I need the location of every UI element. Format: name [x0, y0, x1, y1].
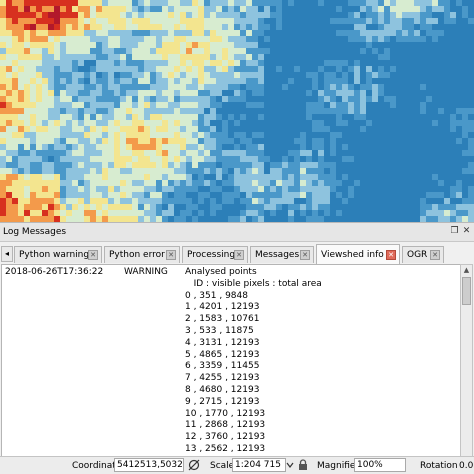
lock-icon[interactable]: [297, 459, 309, 471]
tab-ogr[interactable]: OGR ✕: [402, 246, 444, 263]
log-messages-panel: Log Messages ❐ ✕ ◂ Python warning ✕ Pyth…: [0, 222, 474, 459]
log-line: 10 , 1770 , 12193: [185, 408, 266, 419]
log-line: 0 , 351 , 9848: [185, 290, 248, 301]
close-tab-icon[interactable]: ✕: [88, 250, 98, 260]
tab-viewshed-info[interactable]: Viewshed info ✕: [316, 244, 400, 264]
log-line: 9 , 2715 , 12193: [185, 396, 260, 407]
map-canvas[interactable]: [0, 0, 474, 222]
tab-python-error[interactable]: Python error ✕: [104, 246, 180, 263]
log-line: 12 , 3760 , 12193: [185, 432, 266, 443]
tab-label: Viewshed info: [321, 250, 384, 260]
log-line: 6 , 3359 , 11455: [185, 361, 260, 372]
log-line: 1 , 4201 , 12193: [185, 302, 260, 313]
log-line: Analysed points: [185, 267, 257, 277]
close-tab-icon[interactable]: ✕: [386, 250, 396, 260]
close-tab-icon[interactable]: ✕: [300, 250, 310, 260]
tab-messages[interactable]: Messages ✕: [250, 246, 314, 263]
log-line: 13 , 2562 , 12193: [185, 443, 266, 454]
log-text-area[interactable]: 2018-06-26T17:36:22 WARNING Analysed poi…: [1, 264, 461, 459]
log-level: WARNING: [124, 267, 168, 277]
chevron-left-icon[interactable]: ◂: [1, 246, 13, 262]
status-bar: Coordinate 5412513,5032959 Scale 1:204 7…: [0, 456, 474, 474]
tab-label: Python warning: [19, 250, 90, 260]
log-line: 7 , 4255 , 12193: [185, 373, 260, 384]
tab-label: Processing: [187, 250, 236, 260]
log-line: 8 , 4680 , 12193: [185, 384, 260, 395]
tab-processing[interactable]: Processing ✕: [182, 246, 248, 263]
rotation-label: Rotation: [420, 461, 458, 471]
tab-label: Python error: [109, 250, 165, 260]
tab-label: Messages: [255, 250, 300, 260]
close-tab-icon[interactable]: ✕: [430, 250, 440, 260]
log-line: 2 , 1583 , 10761: [185, 314, 260, 325]
scrollbar-thumb[interactable]: [462, 277, 471, 305]
scale-combo[interactable]: 1:204 715: [232, 458, 286, 472]
float-icon[interactable]: ❐: [449, 226, 460, 237]
log-timestamp: 2018-06-26T17:36:22: [5, 267, 104, 277]
log-line: 11 , 2868 , 12193: [185, 420, 266, 431]
close-tab-icon[interactable]: ✕: [234, 250, 244, 260]
mouse-pointer-icon[interactable]: [188, 459, 200, 471]
coordinate-field[interactable]: 5412513,5032959: [114, 458, 184, 472]
rotation-value[interactable]: 0.0: [459, 461, 473, 471]
tab-python-warning[interactable]: Python warning ✕: [14, 246, 102, 263]
log-line: 4 , 3131 , 12193: [185, 337, 260, 348]
close-icon[interactable]: ✕: [461, 226, 472, 237]
chevron-down-icon[interactable]: [286, 461, 294, 473]
magnifier-spinbox[interactable]: 100%: [354, 458, 406, 472]
panel-title-bar: Log Messages ❐ ✕: [0, 223, 474, 242]
scale-label: Scale: [210, 461, 235, 471]
close-tab-icon[interactable]: ✕: [166, 250, 176, 260]
log-line: ID : visible pixels : total area: [185, 278, 322, 289]
panel-title: Log Messages: [3, 227, 67, 237]
log-scrollbar[interactable]: ▲: [460, 264, 473, 457]
log-tabs: ◂ Python warning ✕ Python error ✕ Proces…: [0, 242, 474, 264]
log-message: Analysed points ID : visible pixels : to…: [185, 267, 322, 458]
log-line: 3 , 533 , 11875: [185, 325, 254, 336]
scroll-up-icon[interactable]: ▲: [461, 265, 472, 276]
log-line: 5 , 4865 , 12193: [185, 349, 260, 360]
magnifier-label: Magnifier: [317, 461, 360, 471]
tab-label: OGR: [407, 250, 428, 260]
raster-layer: [0, 0, 474, 222]
